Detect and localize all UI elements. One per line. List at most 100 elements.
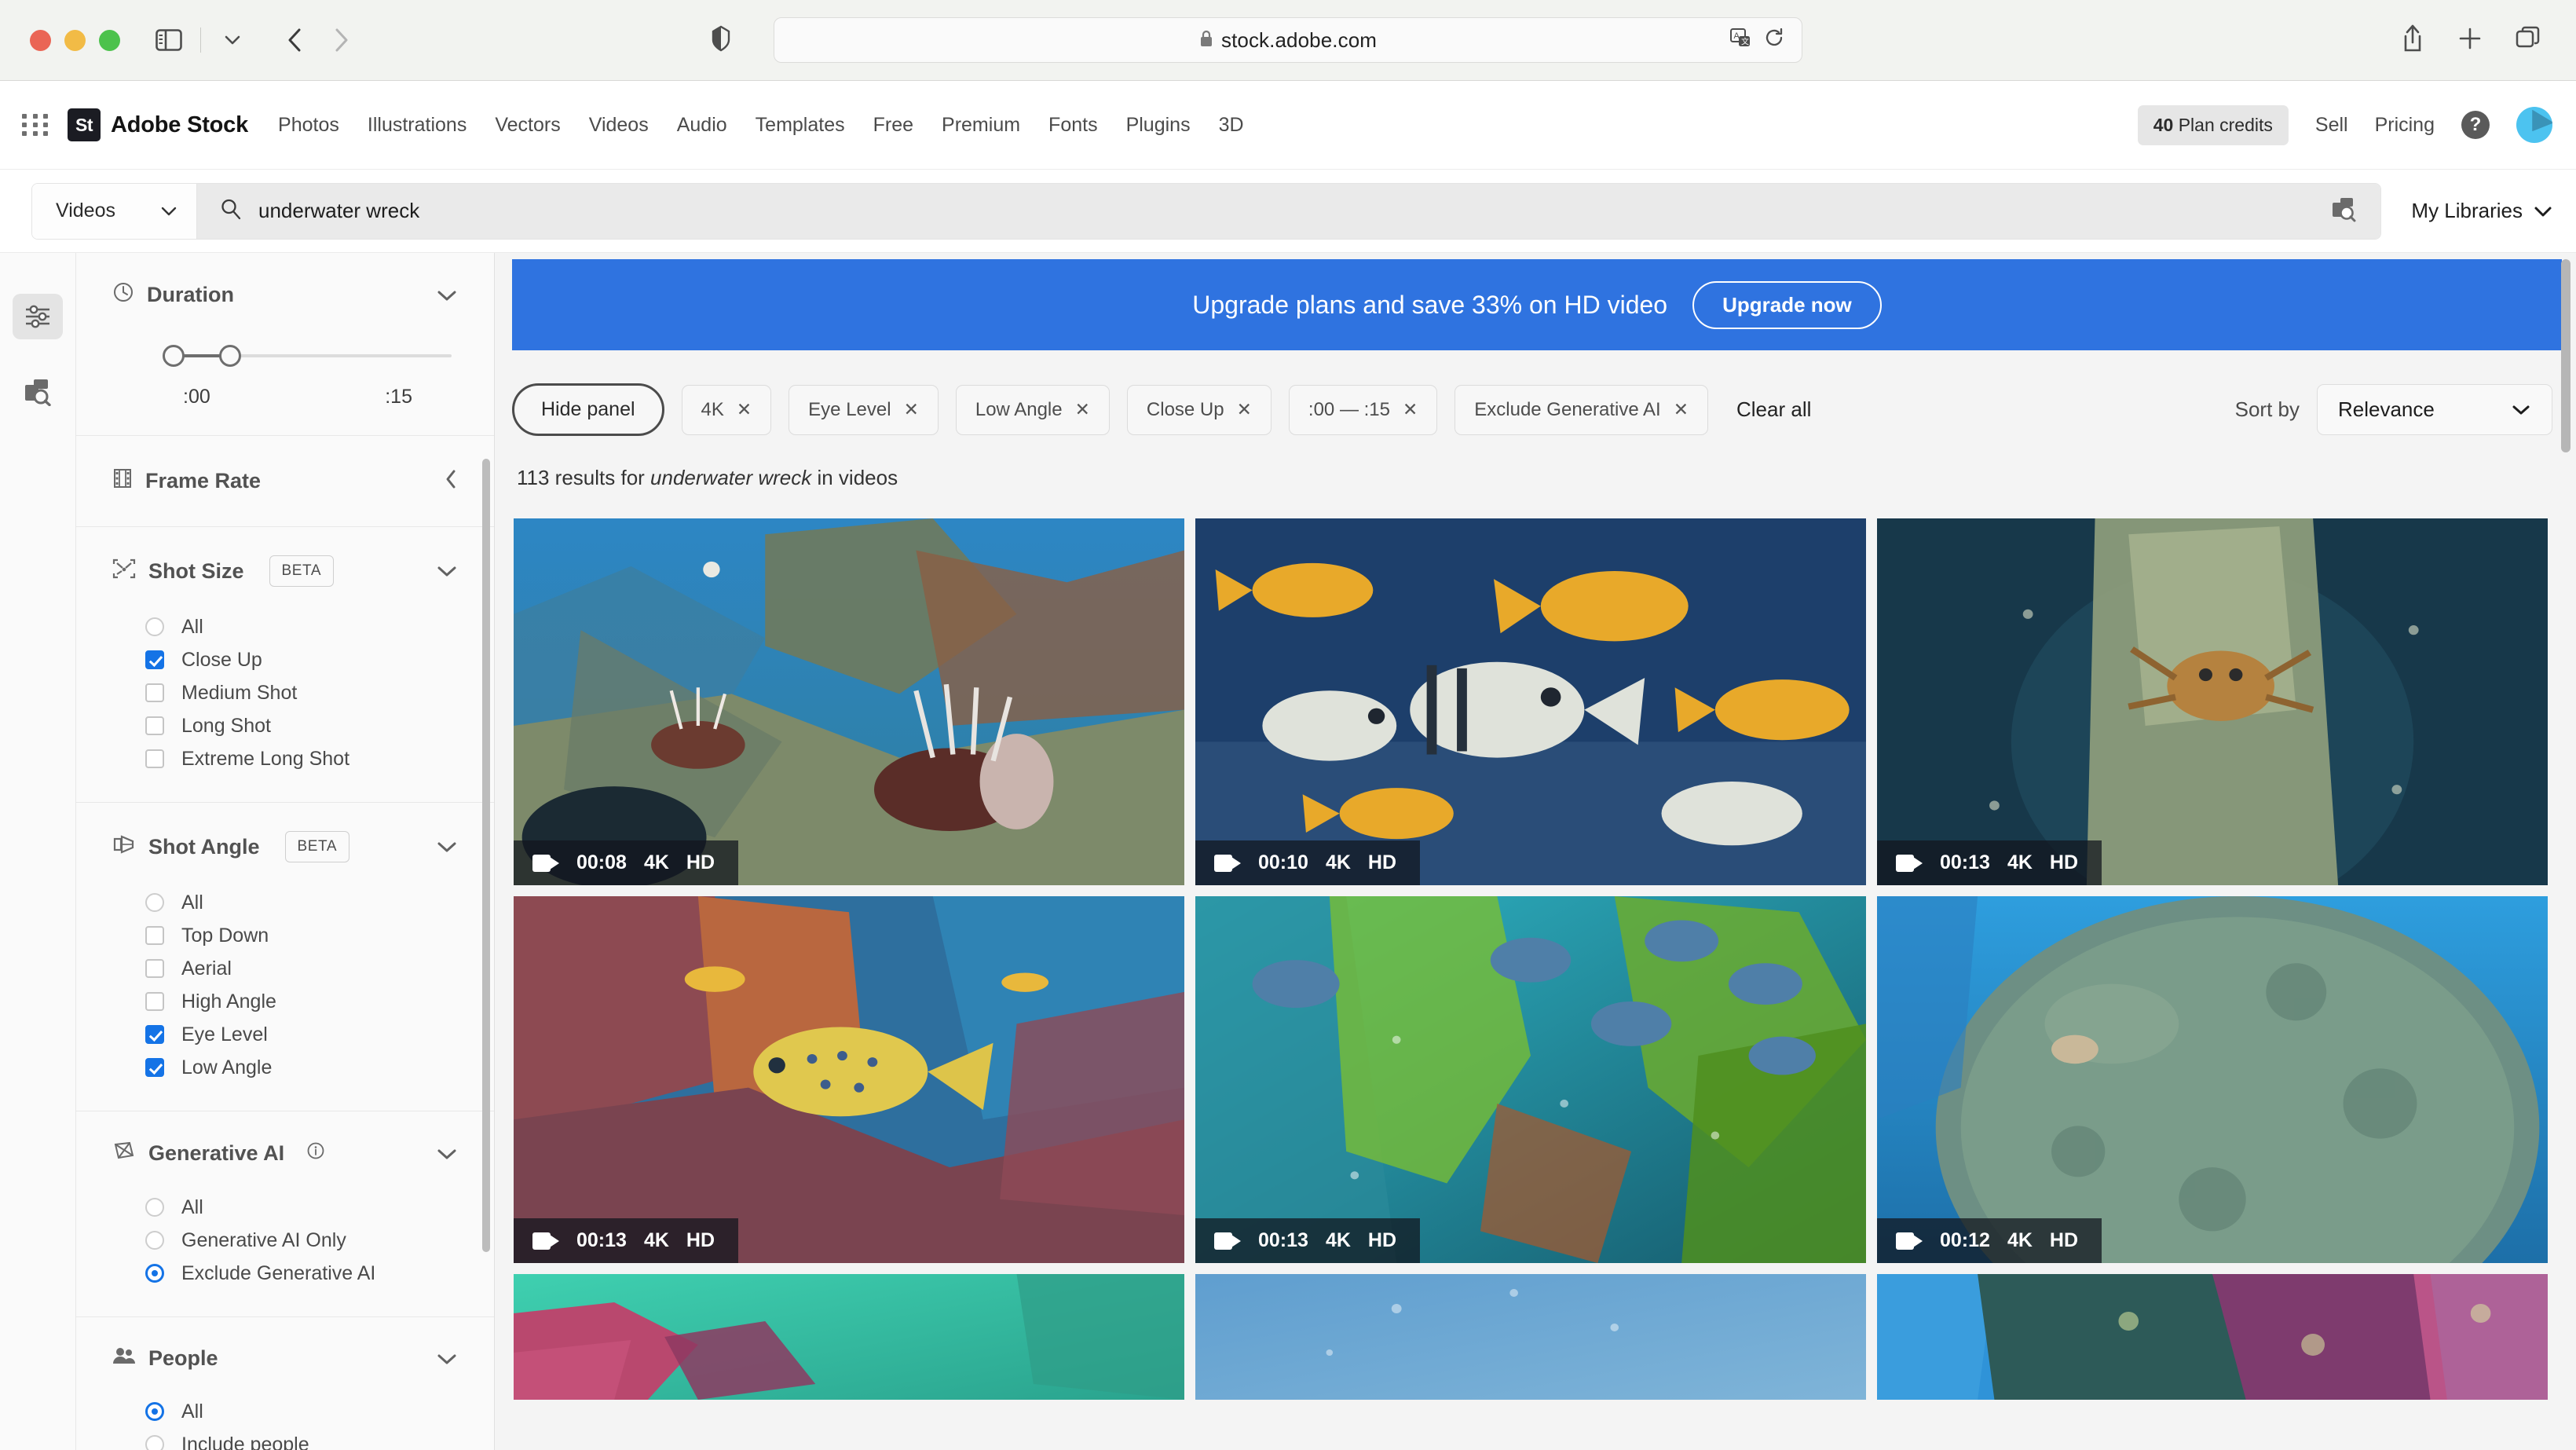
duration-range-slider[interactable]	[112, 342, 458, 368]
help-icon[interactable]: ?	[2461, 111, 2490, 139]
filter-option-genai-all[interactable]: All	[145, 1191, 458, 1224]
filter-chip-duration[interactable]: :00 — :15 ✕	[1289, 385, 1437, 435]
close-window-button[interactable]	[30, 30, 51, 51]
filter-sliders-icon[interactable]	[13, 294, 63, 339]
filter-chip-4k[interactable]: 4K ✕	[682, 385, 772, 435]
video-result-card[interactable]	[1195, 1274, 1866, 1400]
chevron-down-icon[interactable]	[436, 835, 458, 859]
filter-title-generative-ai: Generative AI	[148, 1141, 284, 1166]
page-scrollbar[interactable]	[2561, 259, 2571, 452]
nav-item-templates[interactable]: Templates	[756, 114, 845, 137]
brand-name[interactable]: Adobe Stock	[111, 112, 248, 138]
option-label: All	[181, 1401, 203, 1423]
info-icon[interactable]	[306, 1141, 325, 1166]
address-bar[interactable]: stock.adobe.com A文	[774, 17, 1802, 63]
adobe-stock-logo[interactable]: St	[68, 108, 101, 141]
slider-min-handle[interactable]	[163, 345, 185, 367]
nav-item-illustrations[interactable]: Illustrations	[368, 114, 467, 137]
filter-option-shot-angle-high-angle[interactable]: High Angle	[145, 985, 458, 1018]
chevron-down-icon[interactable]	[436, 284, 458, 307]
search-box[interactable]: Videos underwater wreck	[31, 183, 2381, 240]
filter-option-shot-size-medium-shot[interactable]: Medium Shot	[145, 676, 458, 709]
nav-item-free[interactable]: Free	[873, 114, 913, 137]
video-result-card[interactable]: 00:13 4K HD	[1877, 518, 2548, 885]
chevron-left-icon[interactable]	[445, 468, 458, 495]
chevron-down-icon[interactable]	[212, 20, 253, 60]
chevron-down-icon[interactable]	[436, 559, 458, 583]
close-icon[interactable]: ✕	[904, 399, 919, 420]
filter-chip-low-angle[interactable]: Low Angle ✕	[956, 385, 1110, 435]
filter-option-people-all[interactable]: All	[145, 1395, 458, 1428]
nav-item-vectors[interactable]: Vectors	[495, 114, 560, 137]
nav-item-photos[interactable]: Photos	[278, 114, 339, 137]
filter-option-shot-size-all[interactable]: All	[145, 610, 458, 643]
filter-option-shot-size-extreme-long-shot[interactable]: Extreme Long Shot	[145, 742, 458, 775]
chevron-down-icon[interactable]	[436, 1347, 458, 1371]
filter-option-shot-angle-aerial[interactable]: Aerial	[145, 952, 458, 985]
chevron-down-icon[interactable]	[436, 1142, 458, 1166]
filter-option-people-include[interactable]: Include people	[145, 1428, 458, 1450]
maximize-window-button[interactable]	[99, 30, 120, 51]
active-filters-toolbar: Hide panel 4K ✕ Eye Level ✕ Low Angle ✕ …	[495, 350, 2576, 436]
close-icon[interactable]: ✕	[1674, 399, 1689, 420]
filter-option-genai-only[interactable]: Generative AI Only	[145, 1224, 458, 1257]
minimize-window-button[interactable]	[64, 30, 86, 51]
video-result-card[interactable]: 00:12 4K HD	[1877, 896, 2548, 1263]
option-label: Long Shot	[181, 715, 271, 738]
option-label: Exclude Generative AI	[181, 1262, 375, 1285]
filter-option-shot-angle-low-angle[interactable]: Low Angle	[145, 1051, 458, 1084]
filter-chip-eye-level[interactable]: Eye Level ✕	[789, 385, 939, 435]
filter-chip-exclude-generative-ai[interactable]: Exclude Generative AI ✕	[1454, 385, 1708, 435]
filter-chip-close-up[interactable]: Close Up ✕	[1127, 385, 1272, 435]
window-traffic-lights[interactable]	[30, 30, 120, 51]
reload-icon[interactable]	[1764, 27, 1784, 53]
filter-option-shot-angle-eye-level[interactable]: Eye Level	[145, 1018, 458, 1051]
avatar[interactable]	[2516, 107, 2552, 143]
search-input[interactable]: underwater wreck	[197, 184, 2380, 239]
pricing-link[interactable]: Pricing	[2375, 114, 2435, 137]
translate-icon[interactable]: A文	[1729, 27, 1753, 53]
clear-all-button[interactable]: Clear all	[1736, 397, 1811, 422]
nav-item-premium[interactable]: Premium	[942, 114, 1020, 137]
filter-section-frame-rate[interactable]: Frame Rate	[76, 436, 494, 527]
hide-panel-button[interactable]: Hide panel	[512, 383, 664, 436]
filter-option-genai-exclude[interactable]: Exclude Generative AI	[145, 1257, 458, 1290]
video-result-card[interactable]: 00:13 4K HD	[514, 896, 1184, 1263]
upgrade-now-button[interactable]: Upgrade now	[1692, 281, 1882, 329]
filter-panel-scrollbar[interactable]	[482, 459, 490, 1252]
filter-option-shot-angle-top-down[interactable]: Top Down	[145, 919, 458, 952]
close-icon[interactable]: ✕	[1403, 399, 1418, 420]
video-result-card[interactable]: 00:13 4K HD	[1195, 896, 1866, 1263]
slider-max-handle[interactable]	[219, 345, 241, 367]
filter-option-shot-size-long-shot[interactable]: Long Shot	[145, 709, 458, 742]
visual-search-icon[interactable]	[2330, 196, 2357, 226]
image-search-icon[interactable]	[13, 369, 63, 415]
nav-item-plugins[interactable]: Plugins	[1126, 114, 1191, 137]
video-result-card[interactable]: 00:08 4K HD	[514, 518, 1184, 885]
nav-item-fonts[interactable]: Fonts	[1048, 114, 1098, 137]
filter-option-shot-angle-all[interactable]: All	[145, 886, 458, 919]
back-arrow-icon[interactable]	[275, 20, 316, 60]
search-type-dropdown[interactable]: Videos	[32, 184, 197, 239]
new-tab-icon[interactable]	[2457, 25, 2483, 56]
share-icon[interactable]	[2400, 24, 2425, 57]
nav-item-3d[interactable]: 3D	[1219, 114, 1244, 137]
my-libraries-dropdown[interactable]: My Libraries	[2411, 199, 2552, 223]
filter-option-shot-size-close-up[interactable]: Close Up	[145, 643, 458, 676]
nav-item-videos[interactable]: Videos	[589, 114, 649, 137]
nav-item-audio[interactable]: Audio	[677, 114, 727, 137]
video-result-card[interactable]: 00:10 4K HD	[1195, 518, 1866, 885]
sort-by-select[interactable]: Relevance	[2317, 384, 2552, 435]
video-result-card[interactable]	[1877, 1274, 2548, 1400]
plan-credits-badge[interactable]: 40 Plan credits	[2138, 105, 2289, 145]
sidebar-toggle-icon[interactable]	[148, 20, 189, 60]
app-switcher-icon[interactable]	[22, 114, 50, 136]
show-tabs-icon[interactable]	[2515, 25, 2541, 56]
sell-link[interactable]: Sell	[2315, 114, 2348, 137]
close-icon[interactable]: ✕	[1237, 399, 1252, 420]
close-icon[interactable]: ✕	[1075, 399, 1090, 420]
close-icon[interactable]: ✕	[737, 399, 752, 420]
video-result-card[interactable]	[514, 1274, 1184, 1400]
privacy-shield-icon[interactable]	[711, 25, 731, 56]
video-thumbnail	[514, 1274, 1184, 1400]
